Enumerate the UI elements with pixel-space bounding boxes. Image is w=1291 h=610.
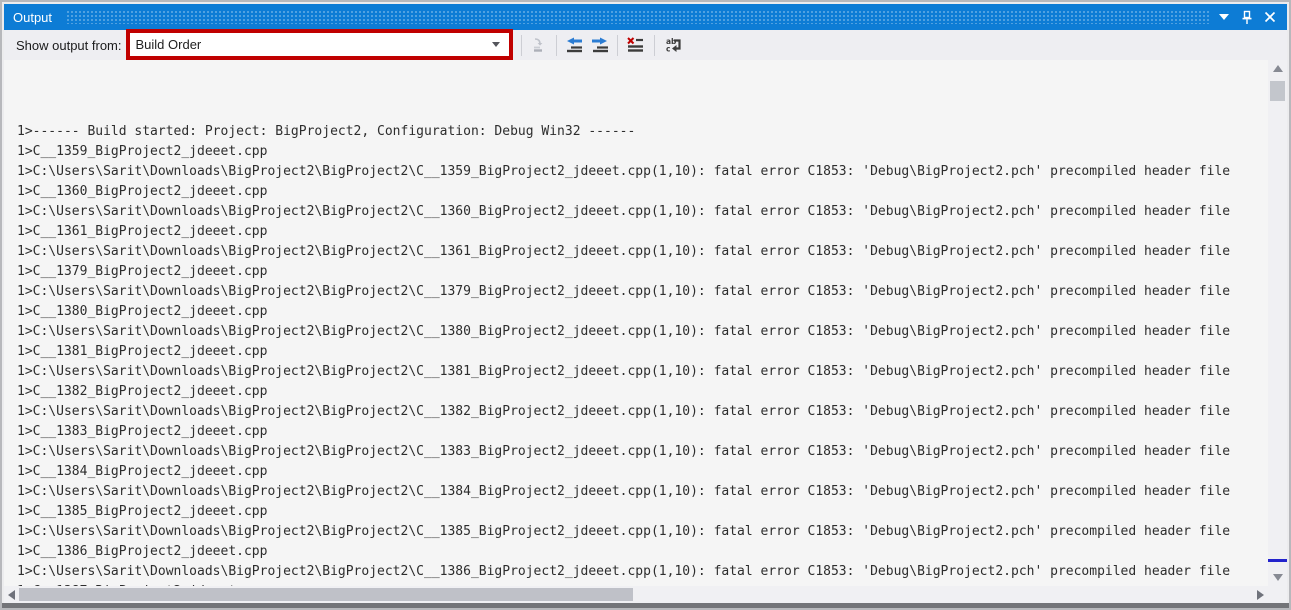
- output-line[interactable]: 1>C__1381_BigProject2_jdeeet.cpp: [17, 342, 1268, 362]
- output-line[interactable]: 1>C:\Users\Sarit\Downloads\BigProject2\B…: [17, 442, 1268, 462]
- output-line[interactable]: 1>C__1359_BigProject2_jdeeet.cpp: [17, 142, 1268, 162]
- clear-all-icon: [625, 36, 645, 54]
- show-output-from-label: Show output from:: [16, 38, 122, 53]
- close-icon: [1264, 11, 1276, 23]
- horizontal-scrollbar[interactable]: [4, 586, 1268, 603]
- output-line[interactable]: 1>C:\Users\Sarit\Downloads\BigProject2\B…: [17, 202, 1268, 222]
- scroll-left-icon: [8, 590, 15, 600]
- combobox-value: Build Order: [136, 37, 202, 52]
- scrollbar-caret-position-mark: [1268, 559, 1287, 562]
- output-line[interactable]: 1>C:\Users\Sarit\Downloads\BigProject2\B…: [17, 322, 1268, 342]
- scroll-left-button[interactable]: [4, 586, 19, 603]
- output-line[interactable]: 1>C__1385_BigProject2_jdeeet.cpp: [17, 502, 1268, 522]
- scroll-up-button[interactable]: [1268, 60, 1287, 77]
- output-log[interactable]: 1>------ Build started: Project: BigProj…: [4, 60, 1268, 586]
- titlebar-grip-texture: [66, 10, 1209, 24]
- output-line[interactable]: 1>C__1382_BigProject2_jdeeet.cpp: [17, 382, 1268, 402]
- output-line[interactable]: 1>C:\Users\Sarit\Downloads\BigProject2\B…: [17, 562, 1268, 582]
- output-line[interactable]: 1>C:\Users\Sarit\Downloads\BigProject2\B…: [17, 482, 1268, 502]
- red-highlight-annotation: Build Order: [126, 29, 513, 60]
- output-line[interactable]: 1>C:\Users\Sarit\Downloads\BigProject2\B…: [17, 522, 1268, 542]
- output-line[interactable]: 1>C:\Users\Sarit\Downloads\BigProject2\B…: [17, 402, 1268, 422]
- output-toolbar: Show output from: Build Order: [4, 30, 1287, 60]
- next-message-icon: [590, 36, 610, 54]
- scroll-down-icon: [1273, 574, 1283, 581]
- output-line[interactable]: 1>C__1386_BigProject2_jdeeet.cpp: [17, 542, 1268, 562]
- output-line[interactable]: 1>C__1384_BigProject2_jdeeet.cpp: [17, 462, 1268, 482]
- scroll-up-icon: [1273, 65, 1283, 72]
- scroll-right-icon: [1257, 590, 1264, 600]
- output-line[interactable]: 1>C__1360_BigProject2_jdeeet.cpp: [17, 182, 1268, 202]
- output-line[interactable]: 1>C__1383_BigProject2_jdeeet.cpp: [17, 422, 1268, 442]
- scrollbar-corner: [1268, 586, 1287, 603]
- word-wrap-icon: ab c: [664, 36, 684, 54]
- titlebar[interactable]: Output: [4, 4, 1287, 30]
- show-output-from-combobox[interactable]: Build Order: [130, 33, 509, 56]
- toggle-word-wrap-button[interactable]: ab c: [663, 33, 685, 57]
- output-line[interactable]: 1>C__1380_BigProject2_jdeeet.cpp: [17, 302, 1268, 322]
- output-line[interactable]: 1>C:\Users\Sarit\Downloads\BigProject2\B…: [17, 162, 1268, 182]
- svg-text:c: c: [666, 45, 670, 54]
- output-line[interactable]: 1>C:\Users\Sarit\Downloads\BigProject2\B…: [17, 282, 1268, 302]
- previous-message-icon: [564, 36, 584, 54]
- go-to-previous-message-button[interactable]: [563, 33, 585, 57]
- toolbar-separator: [617, 35, 618, 56]
- output-content: 1>------ Build started: Project: BigProj…: [4, 60, 1287, 603]
- close-window-button[interactable]: [1261, 8, 1279, 26]
- find-message-in-code-button: [528, 33, 550, 57]
- vertical-scrollbar[interactable]: [1268, 60, 1287, 586]
- output-tool-window: Output Show output from:: [0, 0, 1291, 610]
- scroll-right-button[interactable]: [1253, 586, 1268, 603]
- combobox-dropdown-icon: [492, 42, 500, 47]
- output-line[interactable]: 1>------ Build started: Project: BigProj…: [17, 122, 1268, 142]
- go-to-next-message-button[interactable]: [589, 33, 611, 57]
- horizontal-scrollbar-thumb[interactable]: [19, 588, 633, 601]
- output-line[interactable]: 1>C__1361_BigProject2_jdeeet.cpp: [17, 222, 1268, 242]
- scroll-down-button[interactable]: [1268, 569, 1287, 586]
- toolbar-separator: [521, 35, 522, 56]
- window-position-menu-button[interactable]: [1215, 8, 1233, 26]
- output-line[interactable]: 1>C__1379_BigProject2_jdeeet.cpp: [17, 262, 1268, 282]
- window-title: Output: [13, 10, 52, 25]
- pin-icon: [1240, 10, 1254, 25]
- output-line[interactable]: 1>C:\Users\Sarit\Downloads\BigProject2\B…: [17, 242, 1268, 262]
- output-line[interactable]: 1>C:\Users\Sarit\Downloads\BigProject2\B…: [17, 362, 1268, 382]
- auto-hide-pin-button[interactable]: [1238, 8, 1256, 26]
- vertical-scrollbar-thumb[interactable]: [1270, 81, 1285, 101]
- toolbar-separator: [556, 35, 557, 56]
- clear-all-button[interactable]: [624, 33, 646, 57]
- find-message-icon: [530, 36, 548, 54]
- chevron-down-icon: [1219, 14, 1229, 20]
- window-bottom-edge: [2, 603, 1289, 608]
- toolbar-separator: [654, 35, 655, 56]
